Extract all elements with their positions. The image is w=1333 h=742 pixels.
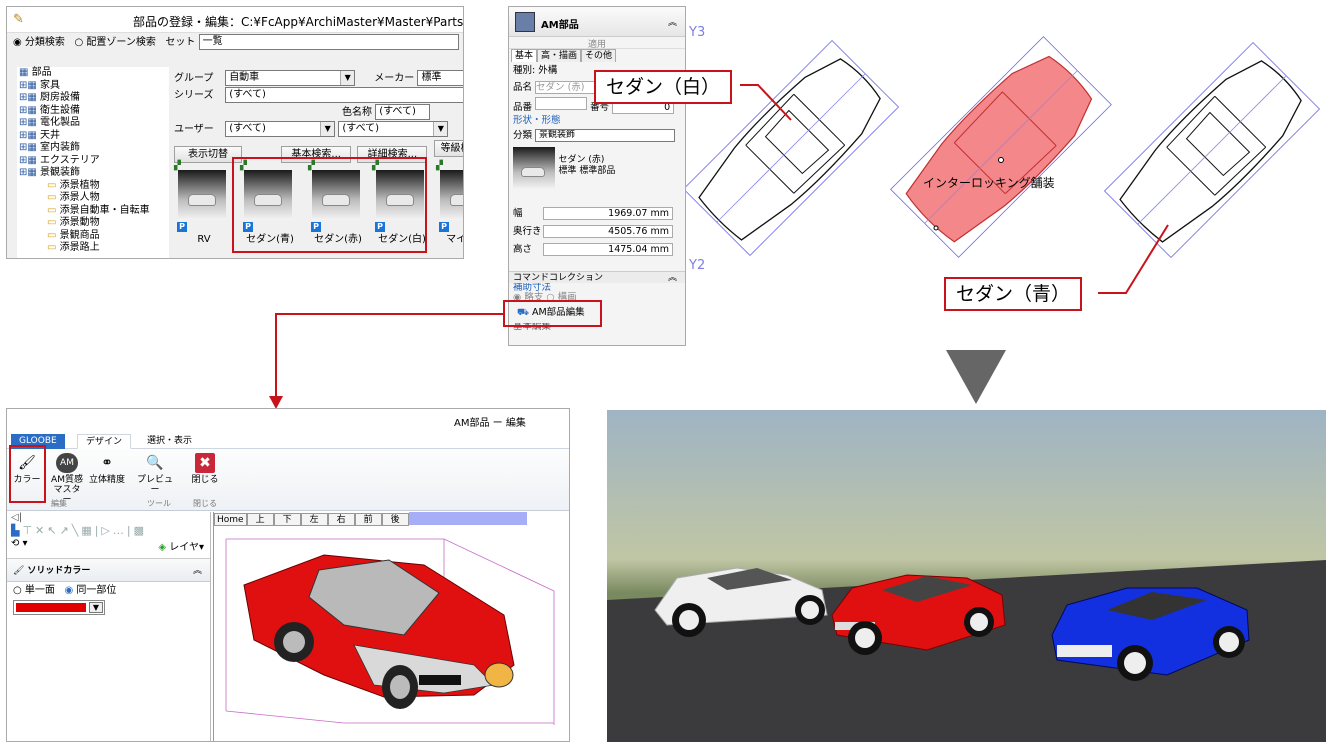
solid-precision-icon: ⚭ [101, 455, 113, 471]
highlight-color-button [9, 445, 46, 503]
solid-color-header: 🖌 ソリッドカラー ︽ [7, 558, 210, 582]
view-tab[interactable]: Home [214, 513, 247, 526]
ribbon-button-label: 立体精度 [89, 475, 126, 485]
view-area: Home 上下左右前後 [213, 512, 569, 741]
radio-same-part[interactable]: ◉ 同一部位 [64, 585, 116, 596]
layer-dropdown[interactable]: ◈ レイヤ▾ [158, 538, 204, 553]
view-tab[interactable]: 下 [273, 513, 301, 526]
ribbon-button-label: 閉じる [191, 475, 219, 485]
tool-row-2: ⟲ ▾ ◈ レイヤ▾ [7, 538, 210, 554]
panel-pin-icon[interactable]: ◁| [7, 512, 210, 524]
grille [419, 675, 461, 685]
view-tab[interactable]: 上 [246, 513, 274, 526]
tool-panel: ◁| ▙⊤✕↖↗╲▦|▷…|▩ ⟲ ▾ ◈ レイヤ▾ 🖌 ソリッドカラー ︽ ○… [7, 512, 211, 741]
editor-3d-view [225, 538, 555, 725]
view-tab[interactable]: 右 [327, 513, 355, 526]
color-swatch [16, 603, 86, 612]
ribbon-group-label: 編集 [51, 499, 67, 508]
ribbon-group-label: 閉じる [193, 499, 217, 508]
view-tab[interactable]: 後 [381, 513, 409, 526]
texture-master-icon: AM [56, 453, 78, 473]
view-tab[interactable]: 左 [300, 513, 328, 526]
ribbon-button-5[interactable]: ✖ 閉じる [187, 453, 223, 485]
ribbon: 🖌 カラー AM AM質感マスター ⚭ 立体精度 🔍 プレビュー ✖ 閉じる 編集 ツール 閉じる [7, 449, 569, 511]
view-tabbar-fill [408, 512, 527, 525]
ribbon-tab[interactable]: デザイン [77, 434, 132, 449]
ribbon-button-4[interactable]: 🔍 プレビュー [137, 453, 173, 495]
preview-icon: 🔍 [146, 455, 164, 471]
close-icon: ✖ [195, 453, 215, 473]
solid-color-icon: 🖌 [13, 566, 25, 576]
am-part-editor: AM部品 ー 編集 GLOOBE デザイン 選択・表示 🖌 カラー AM AM質感マスター… [6, 408, 570, 742]
ribbon-button-3[interactable]: ⚭ 立体精度 [89, 453, 125, 485]
tool-icons-row: ▙⊤✕↖↗╲▦|▷…|▩ [11, 524, 147, 537]
view-tab[interactable]: 前 [354, 513, 382, 526]
radio-single-face[interactable]: ○ 単一面 [13, 585, 55, 596]
ribbon-tab[interactable]: 選択・表示 [139, 434, 200, 449]
down-triangle-icon [946, 350, 1006, 404]
view-tabs: Home 上下左右前後 [214, 512, 569, 526]
ribbon-button-label: プレビュー [137, 475, 174, 495]
color-mode-row: ○ 単一面 ◉ 同一部位 [7, 582, 210, 600]
color-swatch-combo[interactable]: ▼ [13, 600, 105, 615]
swatch-dropdown-icon[interactable]: ▼ [89, 602, 103, 613]
editor-title: AM部品 ー 編集 [454, 418, 526, 429]
render-result [607, 410, 1326, 742]
render-canvas [607, 560, 1326, 742]
ribbon-tabs: GLOOBE デザイン 選択・表示 [7, 433, 569, 449]
ribbon-group-label: ツール [147, 499, 171, 508]
editor-titlebar: AM部品 ー 編集 [7, 409, 569, 433]
collapse-icon-3[interactable]: ︽ [193, 559, 202, 583]
rotate-icon[interactable]: ⟲ ▾ [11, 538, 28, 549]
